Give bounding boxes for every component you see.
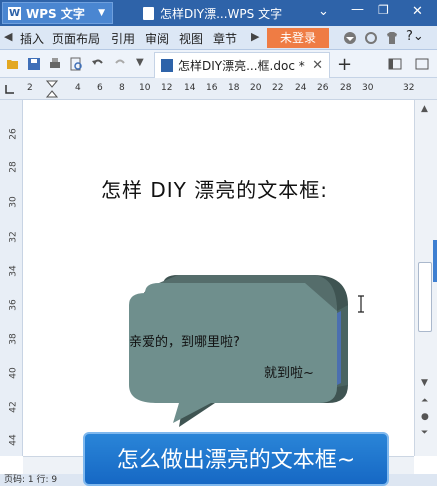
ruler-label: 4 [75,83,81,93]
side-panel-tab[interactable] [433,240,437,282]
ruler-label: 10 [139,83,151,93]
speech-bubble-shape[interactable] [123,275,355,430]
ruler-label: 8 [119,83,125,93]
horizontal-ruler[interactable]: 2 4 6 8 10 12 14 16 18 20 22 24 26 28 30… [0,78,437,100]
indent-marker-icon[interactable] [46,80,58,98]
scroll-up-icon[interactable]: ▲ [421,104,428,114]
layout-icon[interactable] [388,57,402,71]
document-tab-label: 怎样DIY漂亮...框.doc * [178,59,305,73]
redo-icon[interactable] [113,57,127,71]
menu-page-layout[interactable]: 页面布局 [52,30,100,47]
new-tab-button[interactable]: + [337,54,352,75]
scrollbar-thumb[interactable] [418,262,432,332]
print-icon[interactable] [48,57,62,71]
ruler-label: 20 [250,83,262,93]
document-canvas[interactable]: 怎样 DIY 漂亮的文本框: 亲爱的，到哪里啦? 就到啦~ [23,100,414,456]
menu-references[interactable]: 引用 [111,30,135,47]
chevron-down-icon[interactable]: ⌄ [318,4,329,19]
ruler-label: 40 [8,367,19,379]
save-icon[interactable] [27,57,41,71]
ruler-label: 32 [403,83,415,93]
menu-insert[interactable]: 插入 [20,30,44,47]
login-button[interactable]: 未登录 [267,28,329,48]
refresh-icon[interactable] [364,31,378,45]
ruler-label: 26 [8,128,19,140]
window-icon[interactable] [415,57,429,71]
vertical-ruler[interactable]: 26 28 30 32 34 36 38 40 42 44 [0,100,23,456]
ruler-label: 42 [8,401,19,413]
word-document-icon [161,59,173,72]
menu-bar: ◀ 插入 页面布局 引用 审阅 视图 章节 ▶ 未登录 ?⌄ [0,26,437,50]
prev-page-icon[interactable]: ⏶ [421,396,428,406]
app-menu-button[interactable]: W WPS 文字 ▼ [2,2,113,24]
scroll-left-icon[interactable]: ◀ [4,30,12,43]
caption-banner: 怎么做出漂亮的文本框~ [83,432,389,486]
ruler-label: 36 [8,299,19,311]
ruler-label: 44 [8,434,19,446]
next-page-icon[interactable]: ⏷ [421,428,428,438]
chevron-down-icon[interactable]: ▼ [136,57,150,71]
document-tab[interactable]: 怎样DIY漂亮...框.doc * ✕ [154,52,330,78]
menu-review[interactable]: 审阅 [145,30,169,47]
text-cursor-icon [358,295,364,313]
window-title: 怎样DIY漂...WPS 文字 [143,5,282,22]
undo-icon[interactable] [91,57,105,71]
menu-view[interactable]: 视图 [179,30,203,47]
quick-access-toolbar: ▼ 怎样DIY漂亮...框.doc * ✕ + [0,50,437,78]
wps-logo-icon: W [8,6,21,20]
menu-section[interactable]: 章节 [213,30,237,47]
restore-button[interactable]: ❐ [378,3,389,17]
bubble-text-1[interactable]: 亲爱的，到哪里啦? [129,331,240,350]
ruler-label: 18 [228,83,240,93]
ruler-label: 28 [8,161,19,173]
ruler-label: 32 [8,231,19,243]
document-heading[interactable]: 怎样 DIY 漂亮的文本框: [101,174,328,203]
ruler-label: 22 [272,83,284,93]
ruler-label: 14 [184,83,196,93]
tab-stop-icon[interactable] [5,84,15,94]
help-icon[interactable]: ?⌄ [406,29,424,44]
skin-icon[interactable] [343,31,357,45]
scroll-right-icon[interactable]: ▶ [251,30,259,43]
shirt-icon[interactable] [385,31,399,45]
print-preview-icon[interactable] [69,57,83,71]
chevron-down-icon: ▼ [98,8,105,18]
ruler-label: 6 [97,83,103,93]
ruler-label: 12 [161,83,173,93]
ruler-label: 30 [8,196,19,208]
browse-object-icon[interactable]: ● [421,412,429,422]
open-folder-icon[interactable] [6,57,20,71]
ruler-label: 28 [340,83,352,93]
scroll-down-icon[interactable]: ▼ [421,378,428,388]
ruler-label: 24 [295,83,307,93]
vertical-scrollbar[interactable]: ▲ ▼ ⏶ ● ⏷ [414,100,437,456]
window-title-text: 怎样DIY漂...WPS 文字 [160,7,283,21]
document-icon [143,7,154,20]
ruler-label: 30 [362,83,374,93]
ruler-label: 16 [206,83,218,93]
minimize-button[interactable]: — [351,2,364,17]
ruler-label: 34 [8,265,19,277]
bubble-text-2[interactable]: 就到啦~ [264,362,314,381]
close-button[interactable]: ✕ [412,4,423,19]
ruler-label: 2 [27,83,33,93]
close-icon[interactable]: ✕ [312,58,323,73]
title-bar: W WPS 文字 ▼ 怎样DIY漂...WPS 文字 ⌄ — ❐ ✕ [0,0,437,26]
ruler-label: 38 [8,333,19,345]
app-name: WPS 文字 [26,6,85,21]
ruler-label: 26 [317,83,329,93]
